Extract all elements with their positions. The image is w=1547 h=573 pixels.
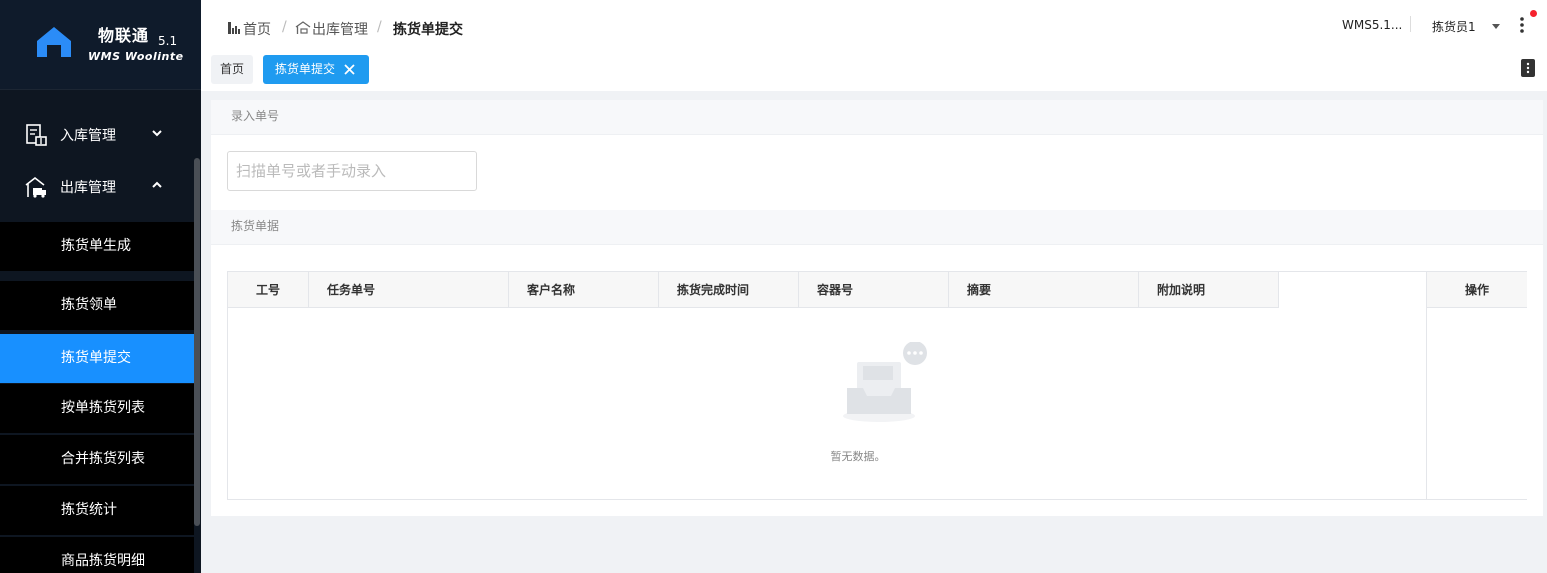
empty-data-text: 暂无数据。 (830, 450, 886, 463)
tabs-menu-button[interactable] (1521, 59, 1535, 77)
column-header[interactable]: 任务单号 (309, 272, 509, 308)
sidebar-scrollbar[interactable] (194, 158, 200, 526)
tab-pick-submit[interactable]: 拣货单提交 (263, 55, 369, 84)
sidebar: 物联通 5.1 WMS Woolinte 入库管理 出库管理 拣货单生成 拣货领… (0, 0, 201, 573)
close-icon[interactable] (343, 63, 356, 76)
column-header[interactable]: 工号 (228, 272, 309, 308)
brand: 物联通 5.1 WMS Woolinte (0, 0, 201, 90)
tab-home[interactable]: 首页 (211, 55, 253, 84)
scan-input[interactable]: 扫描单号或者手动录入 (227, 151, 477, 191)
sidebar-item-pick-by-order[interactable]: 按单拣货列表 (0, 384, 194, 433)
chevron-down-icon (152, 130, 162, 137)
sidebar-item-pick-submit[interactable]: 拣货单提交 (0, 334, 194, 383)
warehouse-selector[interactable]: WMS5.1... (1342, 18, 1402, 32)
column-header[interactable]: 附加说明 (1139, 272, 1279, 308)
menu-group-label: 入库管理 (60, 128, 116, 144)
more-vertical-icon[interactable] (1519, 16, 1525, 34)
operations-column: 操作 (1426, 272, 1527, 499)
pick-orders-table: 工号 任务单号 客户名称 拣货完成时间 容器号 摘要 附加说明 暂无数据。 操作 (227, 271, 1527, 500)
header-divider (1410, 16, 1411, 32)
warehouse-icon (295, 21, 311, 34)
brand-subtitle: WMS Woolinte (88, 50, 184, 63)
section-entry-title: 录入单号 (211, 100, 1543, 135)
tabs-bar: 首页 拣货单提交 (201, 55, 1547, 91)
tab-label: 拣货单提交 (275, 62, 336, 76)
chevron-up-icon (152, 181, 162, 188)
breadcrumb-separator: / (377, 19, 382, 35)
outbound-icon (25, 176, 46, 198)
logo-icon (37, 27, 71, 57)
breadcrumb-separator: / (282, 19, 287, 35)
breadcrumb-current: 拣货单提交 (393, 22, 463, 38)
column-header-operations: 操作 (1427, 272, 1527, 308)
sidebar-item-pick-claim[interactable]: 拣货领单 (0, 281, 194, 330)
sidebar-item-pick-stats[interactable]: 拣货统计 (0, 486, 194, 535)
sidebar-item-product-pick-detail[interactable]: 商品拣货明细 (0, 537, 194, 573)
column-header[interactable]: 容器号 (799, 272, 949, 308)
brand-version: 5.1 (158, 34, 178, 48)
brand-name: 物联通 (98, 26, 150, 45)
sidebar-item-pick-generate[interactable]: 拣货单生成 (0, 222, 194, 271)
user-name[interactable]: 拣货员1 (1432, 18, 1476, 35)
menu-group-label: 出库管理 (60, 180, 116, 196)
notification-dot (1530, 10, 1537, 17)
inbound-icon (26, 124, 47, 146)
more-vertical-icon (1526, 62, 1530, 74)
breadcrumb-outbound[interactable]: 出库管理 (312, 19, 368, 39)
top-header: 首页 / 出库管理 / 拣货单提交 WMS5.1... 拣货员1 (201, 0, 1547, 55)
sidebar-item-merged-pick[interactable]: 合并拣货列表 (0, 435, 194, 484)
column-header[interactable]: 客户名称 (509, 272, 659, 308)
main-content: 录入单号 扫描单号或者手动录入 拣货单据 工号 任务单号 客户名称 拣货完成时间… (211, 100, 1543, 516)
column-header[interactable]: 摘要 (949, 272, 1139, 308)
column-header[interactable]: 拣货完成时间 (659, 272, 799, 308)
menu-group-outbound[interactable]: 出库管理 (0, 161, 194, 213)
home-icon (228, 22, 240, 34)
breadcrumb-home[interactable]: 首页 (243, 19, 271, 39)
caret-down-icon[interactable] (1491, 22, 1501, 30)
table-header: 工号 任务单号 客户名称 拣货完成时间 容器号 摘要 附加说明 (228, 272, 1279, 308)
section-orders-title: 拣货单据 (211, 210, 1543, 245)
empty-data-icon (843, 342, 927, 422)
menu-group-inbound[interactable]: 入库管理 (0, 109, 194, 161)
